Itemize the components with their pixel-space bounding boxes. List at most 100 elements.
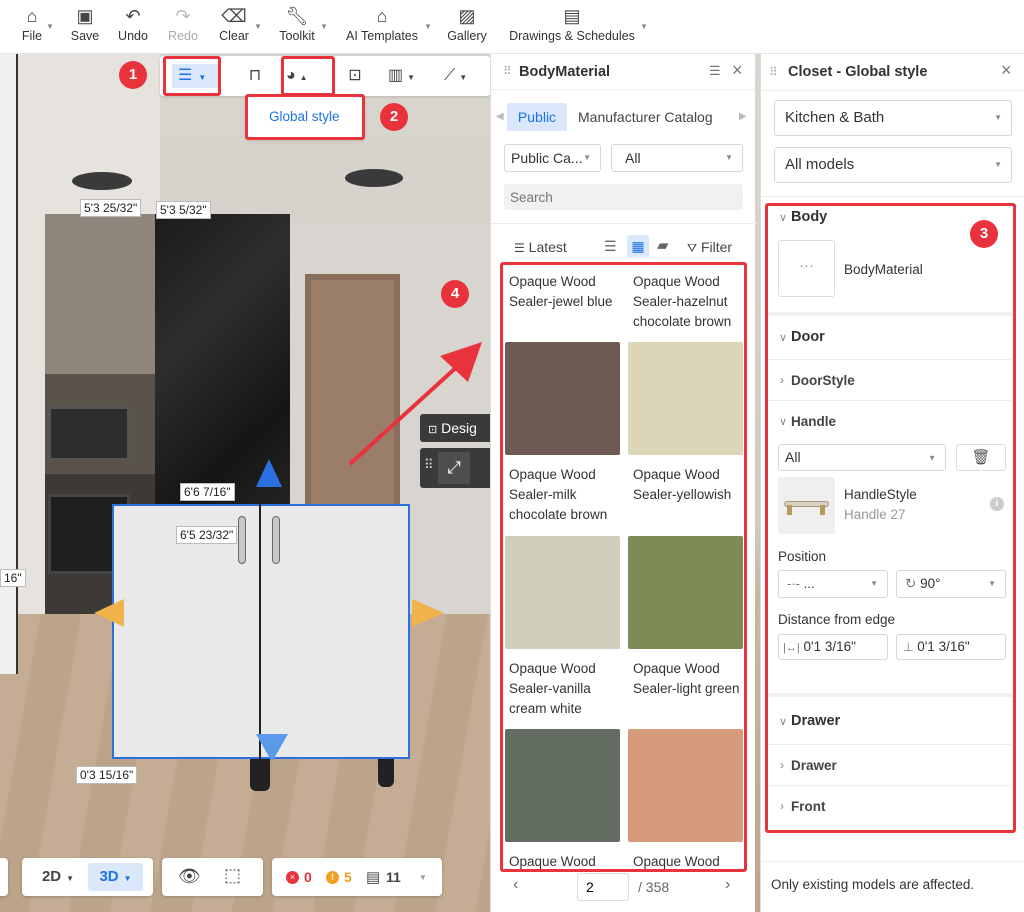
next-page-icon[interactable]: ›	[725, 876, 730, 894]
prev-page-icon[interactable]: ‹	[513, 876, 518, 894]
list-view-icon[interactable]: ☰	[604, 238, 617, 255]
file-button[interactable]: ⌂ File	[18, 6, 46, 43]
chevron-right-icon[interactable]: ▶	[739, 111, 747, 122]
highlight-box-2	[245, 94, 365, 140]
footer-note: Only existing models are affected.	[771, 877, 975, 892]
drag-handle-icon[interactable]: ⠿	[503, 64, 512, 78]
cabinet-handle	[272, 516, 280, 564]
redo-icon: ↷	[175, 6, 191, 26]
category-select-value: Kitchen & Bath	[785, 109, 885, 126]
cabinet-foot	[378, 759, 394, 787]
wrench-icon: 🔧︎	[285, 6, 309, 26]
view-mode-switch	[0, 858, 8, 896]
brush-icon: ⟋	[444, 67, 456, 84]
sort-icon: ☰	[514, 241, 525, 255]
models-select[interactable]: All models ▼	[774, 147, 1012, 183]
toolkit-button[interactable]: 🔧︎ Toolkit	[275, 6, 319, 43]
ai-templates-button[interactable]: ⌂ AI Templates	[342, 6, 422, 43]
chevron-down-icon: ▼	[46, 22, 54, 31]
move-arrow-left-icon[interactable]	[94, 599, 124, 627]
chevron-left-icon[interactable]: ◀	[496, 111, 504, 122]
mode-2d-button[interactable]: 2D ▼	[32, 863, 84, 891]
move-arrow-right-icon[interactable]	[412, 599, 444, 627]
highlight-box-3	[765, 203, 1016, 833]
save-icon: ▣	[76, 6, 94, 26]
gallery-button[interactable]: ▨ Gallery	[445, 6, 489, 43]
brush-button[interactable]: ⟋ ▼	[444, 64, 484, 88]
tab-manufacturer-catalog[interactable]: Manufacturer Catalog	[578, 109, 713, 125]
category-select[interactable]: Kitchen & Bath ▼	[774, 100, 1012, 136]
step-badge-3: 3	[970, 220, 998, 248]
chevron-down-icon: ▼	[725, 153, 733, 162]
closet-panel-title: Closet - Global style	[788, 64, 928, 80]
move-arrow-down-icon[interactable]	[256, 734, 288, 762]
redo-button[interactable]: ↷ Redo	[166, 6, 200, 43]
warning-count: 5	[344, 869, 352, 885]
dimension-label[interactable]: 5'3 25/32"	[80, 199, 142, 217]
drawings-schedules-button[interactable]: ▤ Drawings & Schedules	[505, 6, 639, 43]
item-count: 11	[386, 869, 401, 885]
cube-icon[interactable]: ⬚	[224, 865, 241, 886]
paint-roller-button[interactable]: ⊓	[242, 64, 268, 88]
warning-icon[interactable]: !	[326, 871, 339, 884]
status-group: × 0 ! 5 ▤ 11 ▼	[272, 858, 442, 896]
cabinet-divider	[259, 504, 261, 759]
drag-handle-icon[interactable]: ⠿	[769, 65, 778, 79]
grid-view-icon[interactable]: ▦	[627, 235, 649, 257]
list-icon[interactable]: ▤	[366, 868, 380, 886]
clear-button[interactable]: ⌫ Clear	[216, 6, 252, 43]
save-label: Save	[70, 29, 100, 43]
undo-button[interactable]: ↶ Undo	[116, 6, 150, 43]
mode-3d-button[interactable]: 3D ▼	[88, 863, 143, 891]
subcategory-select[interactable]: All ▼	[611, 144, 743, 172]
search-input[interactable]	[504, 184, 743, 210]
chevron-down-icon: ▼	[320, 22, 328, 31]
divider	[491, 223, 756, 224]
door-swap-button[interactable]: ▥ ▼	[388, 64, 428, 88]
eye-icon[interactable]: 👁︎	[178, 866, 201, 887]
door-icon: ▥	[388, 67, 404, 84]
chevron-down-icon: ▼	[123, 874, 132, 883]
select-frame-button[interactable]: ⊡	[342, 64, 368, 88]
chevron-down-icon: ▼	[254, 22, 262, 31]
step-badge-1: 1	[119, 61, 147, 89]
chevron-down-icon: ▼	[424, 22, 432, 31]
eraser-icon: ⌫	[221, 6, 247, 26]
selected-cabinet[interactable]	[112, 504, 410, 759]
move-arrow-up-icon[interactable]	[256, 459, 282, 487]
toolkit-label: Toolkit	[279, 29, 315, 43]
page-input[interactable]	[577, 873, 629, 901]
panel-menu-icon[interactable]: ☰	[709, 63, 721, 79]
close-icon[interactable]: ×	[1001, 60, 1012, 81]
error-count: 0	[304, 869, 312, 885]
sort-latest-button[interactable]: ☰ Latest	[514, 239, 567, 255]
dimension-label[interactable]: 6'6 7/16"	[180, 483, 235, 501]
dimension-label[interactable]: 16"	[0, 569, 26, 587]
close-icon[interactable]: ×	[732, 60, 743, 81]
drawings-schedules-label: Drawings & Schedules	[509, 29, 635, 43]
error-icon[interactable]: ×	[286, 871, 299, 884]
dimension-label[interactable]: 0'3 15/16"	[76, 766, 138, 784]
tab-public[interactable]: Public	[507, 103, 567, 131]
redo-label: Redo	[168, 29, 198, 43]
dimension-label[interactable]: 6'5 23/32"	[176, 526, 238, 544]
divider	[761, 90, 1024, 91]
filter-label: Filter	[700, 239, 733, 255]
view-mode-group: 2D ▼ 3D ▼	[22, 858, 153, 896]
mode-2d-label: 2D	[41, 868, 62, 885]
catalog-select-value: Public Ca...	[511, 150, 583, 166]
dimension-label[interactable]: 5'3 5/32"	[156, 201, 211, 219]
document-icon: ▤	[563, 6, 581, 26]
save-button[interactable]: ▣ Save	[68, 6, 102, 43]
filter-button[interactable]: ⛛ Filter	[687, 239, 732, 256]
folder-icon[interactable]: ▰	[657, 236, 669, 254]
sort-label: Latest	[528, 239, 567, 255]
cabinet-foot	[250, 759, 270, 791]
total-pages: / 358	[638, 879, 670, 895]
material-panel-header: ⠿ BodyMaterial ☰ ×	[491, 54, 755, 90]
undo-icon: ↶	[125, 6, 141, 26]
catalog-select[interactable]: Public Ca... ▼	[504, 144, 601, 172]
subcategory-select-value: All	[625, 150, 641, 166]
chevron-down-icon[interactable]: ▼	[419, 873, 427, 882]
clear-label: Clear	[219, 29, 249, 43]
